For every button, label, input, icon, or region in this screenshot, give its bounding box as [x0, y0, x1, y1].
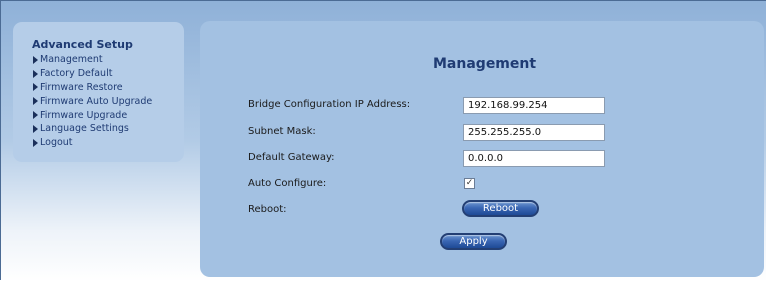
subnet-mask-field[interactable] [463, 124, 605, 141]
page-title: Management [433, 56, 537, 72]
sidebar-item-logout[interactable]: Logout [33, 136, 152, 150]
reboot-label: Reboot: [248, 204, 287, 215]
sidebar-item-label: Management [40, 54, 103, 66]
auto-configure-checkbox[interactable]: ✓ [464, 178, 475, 189]
sidebar-item-language-settings[interactable]: Language Settings [33, 122, 152, 136]
sidebar-item-management[interactable]: Management [33, 53, 152, 67]
arrow-right-icon [33, 111, 38, 120]
management-panel: Management Bridge Configuration IP Addre… [200, 21, 764, 277]
sidebar-item-label: Firmware Upgrade [40, 109, 128, 121]
arrow-right-icon [33, 97, 38, 106]
page-frame: Advanced Setup Management Factory Defaul… [0, 0, 766, 280]
sidebar-item-factory-default[interactable]: Factory Default [33, 67, 152, 81]
arrow-right-icon [33, 138, 38, 147]
default-gateway-label: Default Gateway: [248, 152, 335, 163]
sidebar: Advanced Setup Management Factory Defaul… [13, 22, 184, 162]
sidebar-item-firmware-restore[interactable]: Firmware Restore [33, 81, 152, 95]
bridge-ip-label: Bridge Configuration IP Address: [248, 99, 411, 110]
sidebar-title: Advanced Setup [32, 38, 133, 51]
sidebar-item-label: Firmware Restore [40, 81, 123, 93]
sidebar-item-label: Factory Default [40, 68, 113, 80]
sidebar-item-label: Language Settings [40, 123, 129, 135]
reboot-button[interactable]: Reboot [462, 200, 539, 217]
arrow-right-icon [33, 124, 38, 133]
sidebar-item-firmware-upgrade[interactable]: Firmware Upgrade [33, 108, 152, 122]
apply-button[interactable]: Apply [440, 233, 507, 250]
default-gateway-field[interactable] [463, 150, 605, 167]
auto-configure-label: Auto Configure: [248, 178, 327, 189]
arrow-right-icon [33, 55, 38, 64]
sidebar-item-label: Firmware Auto Upgrade [40, 95, 153, 107]
arrow-right-icon [33, 83, 38, 92]
sidebar-item-firmware-auto-upgrade[interactable]: Firmware Auto Upgrade [33, 94, 152, 108]
sidebar-nav: Management Factory Default Firmware Rest… [33, 53, 152, 150]
subnet-mask-label: Subnet Mask: [248, 126, 316, 137]
sidebar-item-label: Logout [40, 137, 73, 149]
arrow-right-icon [33, 69, 38, 78]
bridge-ip-field[interactable] [463, 97, 605, 114]
